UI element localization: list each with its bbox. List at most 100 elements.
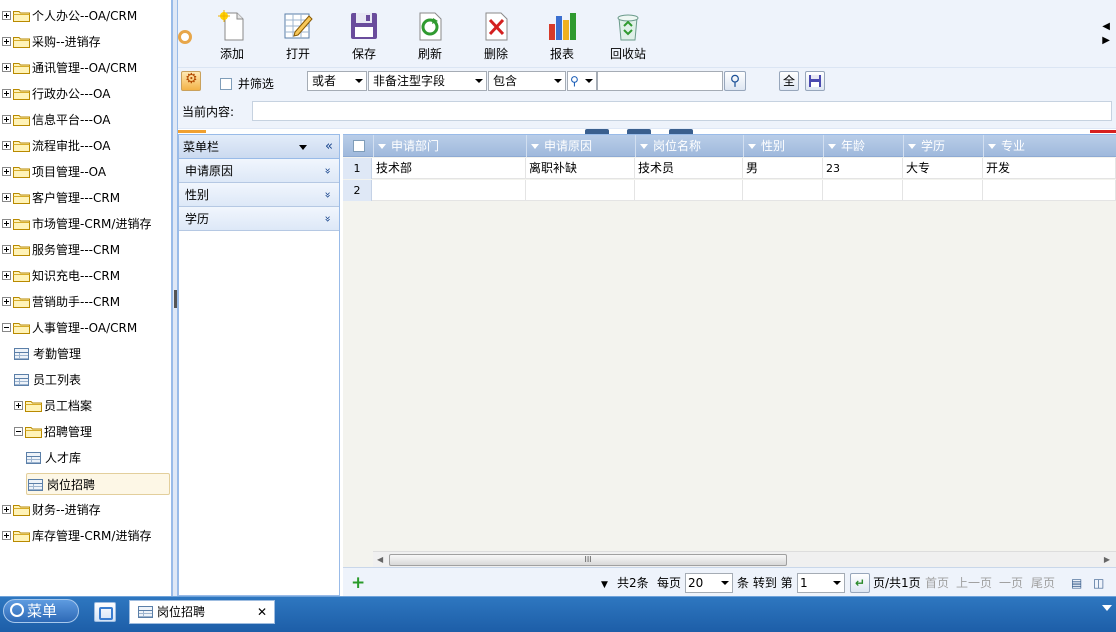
start-menu-button[interactable]: 菜单: [3, 599, 79, 623]
expand-icon[interactable]: [2, 297, 11, 306]
menu-panel-item[interactable]: 申请原因 »: [179, 159, 339, 183]
column-header[interactable]: 申请原因: [526, 135, 635, 157]
table-cell[interactable]: [983, 180, 1116, 201]
table-cell[interactable]: 大专: [903, 158, 983, 179]
collapse-icon[interactable]: [2, 323, 11, 332]
tree-node[interactable]: 项目管理--OA: [2, 161, 106, 183]
table-cell[interactable]: [823, 180, 903, 201]
select-all-checkbox[interactable]: [353, 140, 365, 152]
column-header[interactable]: 申请部门: [373, 135, 526, 157]
next-page-link[interactable]: 一页: [999, 575, 1023, 591]
table-cell[interactable]: [903, 180, 983, 201]
menu-panel-header[interactable]: 菜单栏 «: [179, 135, 339, 159]
tree-node[interactable]: 信息平台---OA: [2, 109, 110, 131]
menu-panel-item[interactable]: 学历 »: [179, 207, 339, 231]
tree-node[interactable]: 财务--进销存: [2, 499, 101, 521]
table-row[interactable]: 1 技术部 离职补缺 技术员男 23 大专 开发: [343, 158, 1116, 179]
tree-node[interactable]: 招聘管理: [14, 421, 92, 443]
table-cell[interactable]: 男: [743, 158, 823, 179]
expand-icon[interactable]: [2, 193, 11, 202]
column-menu-icon[interactable]: [908, 144, 916, 149]
expand-icon[interactable]: [2, 271, 11, 280]
and-filter-option[interactable]: 并筛选: [220, 75, 274, 92]
tree-node[interactable]: 知识充电---CRM: [2, 265, 120, 287]
save-filter-button[interactable]: [805, 71, 825, 91]
table-cell[interactable]: 23: [823, 158, 903, 179]
tree-node[interactable]: 采购--进销存: [2, 31, 101, 53]
scrollbar-thumb[interactable]: III: [389, 554, 787, 566]
expand-icon[interactable]: [2, 141, 11, 150]
recycle-bin-button[interactable]: 回收站: [600, 10, 656, 62]
splitter-collapse-handle[interactable]: [174, 290, 177, 308]
expand-down-icon[interactable]: »: [316, 216, 340, 223]
table-cell[interactable]: 技术部: [373, 158, 526, 179]
expand-icon[interactable]: [14, 401, 23, 410]
column-header[interactable]: 岗位名称: [635, 135, 743, 157]
prev-page-link[interactable]: 上一页: [956, 575, 992, 591]
tree-node[interactable]: 人事管理--OA/CRM: [2, 317, 137, 339]
operator-select[interactable]: 包含: [488, 71, 566, 91]
and-filter-checkbox[interactable]: [220, 77, 232, 90]
table-cell[interactable]: [743, 180, 823, 201]
tree-node[interactable]: 员工档案: [14, 395, 92, 417]
add-row-icon[interactable]: +: [351, 574, 365, 592]
expand-icon[interactable]: [2, 245, 11, 254]
tree-node[interactable]: 库存管理-CRM/进销存: [2, 525, 151, 547]
go-page-button[interactable]: ↵: [850, 573, 870, 593]
expand-down-icon[interactable]: »: [316, 168, 340, 175]
expand-icon[interactable]: [2, 37, 11, 46]
column-menu-icon[interactable]: [378, 144, 386, 149]
page-select[interactable]: 1: [797, 573, 845, 593]
scroll-right-icon[interactable]: ▶: [1104, 555, 1110, 564]
tree-node[interactable]: 营销助手---CRM: [2, 291, 120, 313]
delete-button[interactable]: 删除: [468, 10, 524, 62]
expand-icon[interactable]: [2, 219, 11, 228]
report-button[interactable]: 报表: [534, 10, 590, 62]
collapse-icon[interactable]: [14, 427, 23, 436]
table-cell[interactable]: [635, 180, 743, 201]
last-page-link[interactable]: 尾页: [1031, 575, 1055, 591]
filter-settings-icon[interactable]: [181, 71, 201, 91]
table-row[interactable]: 2: [343, 180, 1116, 201]
tree-node[interactable]: 考勤管理: [14, 343, 81, 365]
expand-icon[interactable]: [2, 115, 11, 124]
expand-icon[interactable]: [2, 11, 11, 20]
column-menu-icon[interactable]: [748, 144, 756, 149]
pager-menu-icon[interactable]: ▼: [601, 577, 608, 593]
tree-node[interactable]: 通讯管理--OA/CRM: [2, 57, 137, 79]
column-menu-icon[interactable]: [988, 144, 996, 149]
column-header[interactable]: 学历: [903, 135, 983, 157]
expand-icon[interactable]: [2, 167, 11, 176]
field-select[interactable]: 非备注型字段: [368, 71, 487, 91]
close-icon[interactable]: ✕: [257, 601, 267, 623]
save-button[interactable]: 保存: [336, 10, 392, 62]
table-cell[interactable]: 开发: [983, 158, 1116, 179]
collapse-left-icon[interactable]: «: [325, 135, 333, 159]
expand-icon[interactable]: [2, 89, 11, 98]
column-header[interactable]: 专业: [983, 135, 1116, 157]
taskbar-menu-icon[interactable]: [1102, 605, 1112, 611]
search-mode-select[interactable]: ⚲: [567, 71, 597, 91]
current-content-input[interactable]: [252, 101, 1112, 121]
column-header[interactable]: 性别: [743, 135, 823, 157]
first-page-link[interactable]: 首页: [925, 575, 949, 591]
window-switch-icon[interactable]: [94, 602, 116, 622]
open-button[interactable]: 打开: [270, 10, 326, 62]
select-all-button[interactable]: 全: [779, 71, 799, 91]
tree-node[interactable]: 个人办公--OA/CRM: [2, 5, 137, 27]
logic-select[interactable]: 或者: [307, 71, 367, 91]
tree-node[interactable]: 客户管理---CRM: [2, 187, 120, 209]
expand-icon[interactable]: [2, 531, 11, 540]
menu-panel-item[interactable]: 性别 »: [179, 183, 339, 207]
search-button[interactable]: ⚲: [724, 71, 746, 91]
table-cell[interactable]: 离职补缺: [526, 158, 635, 179]
chevron-down-icon[interactable]: [299, 145, 307, 150]
column-menu-icon[interactable]: [640, 144, 648, 149]
table-cell[interactable]: [373, 180, 526, 201]
per-page-select[interactable]: 20: [685, 573, 733, 593]
column-menu-icon[interactable]: [828, 144, 836, 149]
tree-node[interactable]: 行政办公---OA: [2, 83, 110, 105]
detail-view-icon[interactable]: ◫: [1093, 575, 1104, 591]
table-cell[interactable]: [526, 180, 635, 201]
tree-node[interactable]: 流程审批---OA: [2, 135, 110, 157]
